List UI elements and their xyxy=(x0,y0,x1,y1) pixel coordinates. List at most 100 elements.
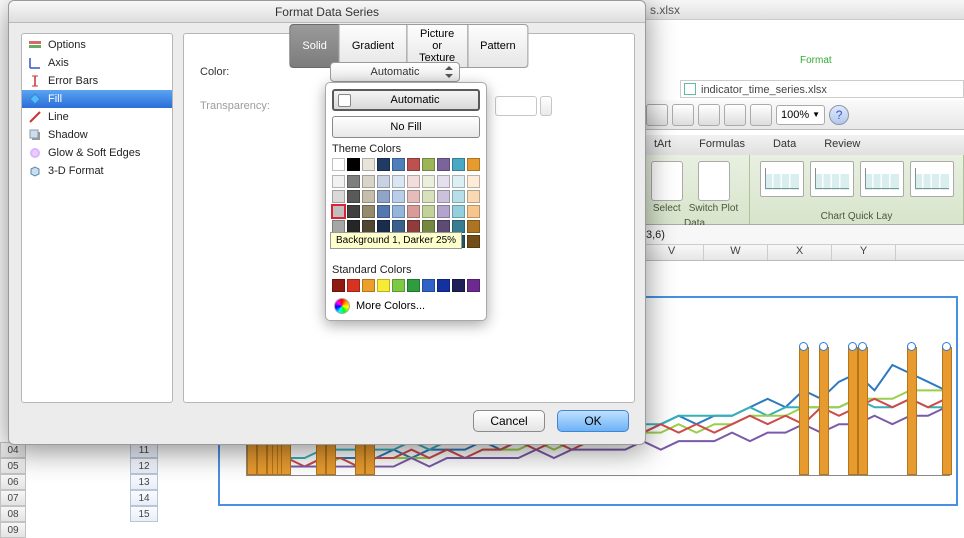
color-swatch[interactable] xyxy=(452,190,465,203)
color-swatch[interactable] xyxy=(467,158,480,171)
color-swatch[interactable] xyxy=(347,175,360,188)
chart-layout-thumb[interactable] xyxy=(810,161,854,197)
row-header[interactable]: 14 xyxy=(130,490,158,506)
color-swatch[interactable] xyxy=(332,158,345,171)
color-swatch[interactable] xyxy=(377,158,390,171)
more-colors-button[interactable]: More Colors... xyxy=(332,294,480,314)
color-swatch[interactable] xyxy=(392,190,405,203)
color-swatch[interactable] xyxy=(347,205,360,218)
color-swatch[interactable] xyxy=(362,158,375,171)
ribbon-tab[interactable]: Formulas xyxy=(685,135,759,155)
color-swatch[interactable] xyxy=(347,279,360,292)
selection-handle[interactable] xyxy=(942,342,951,351)
color-swatch[interactable] xyxy=(332,205,345,218)
sidebar-item-glow-soft-edges[interactable]: Glow & Soft Edges xyxy=(22,144,172,162)
sidebar-item-line[interactable]: Line xyxy=(22,108,172,126)
row-header[interactable]: 09 xyxy=(0,522,26,538)
col-header[interactable]: W xyxy=(704,245,768,260)
color-swatch[interactable] xyxy=(377,279,390,292)
color-swatch[interactable] xyxy=(437,205,450,218)
color-swatch[interactable] xyxy=(377,190,390,203)
color-swatch[interactable] xyxy=(407,158,420,171)
color-swatch[interactable] xyxy=(377,175,390,188)
toolbar-button[interactable] xyxy=(646,104,668,126)
formula-bar[interactable]: 3,6) xyxy=(640,225,964,245)
row-header[interactable]: 15 xyxy=(130,506,158,522)
ok-button[interactable]: OK xyxy=(557,410,629,432)
color-swatch[interactable] xyxy=(407,205,420,218)
chart-layout-thumb[interactable] xyxy=(760,161,804,197)
color-swatch[interactable] xyxy=(467,205,480,218)
chart-bar[interactable] xyxy=(799,347,809,475)
cancel-button[interactable]: Cancel xyxy=(473,410,545,432)
ribbon-tab[interactable]: Data xyxy=(759,135,810,155)
color-swatch[interactable] xyxy=(422,158,435,171)
switch-plot-button[interactable] xyxy=(698,161,730,201)
color-swatch[interactable] xyxy=(422,175,435,188)
no-fill-button[interactable]: No Fill xyxy=(332,116,480,138)
toolbar-button[interactable] xyxy=(724,104,746,126)
color-dropdown[interactable]: Automatic xyxy=(330,62,460,82)
color-swatch[interactable] xyxy=(377,205,390,218)
selection-handle[interactable] xyxy=(819,342,828,351)
chart-layout-thumb[interactable] xyxy=(860,161,904,197)
toolbar-button[interactable] xyxy=(672,104,694,126)
chart-bar[interactable] xyxy=(819,347,829,475)
chart-bar[interactable] xyxy=(942,347,952,475)
color-swatch[interactable] xyxy=(452,279,465,292)
sidebar-item-error-bars[interactable]: Error Bars xyxy=(22,72,172,90)
col-header[interactable]: X xyxy=(768,245,832,260)
color-swatch[interactable] xyxy=(407,175,420,188)
color-swatch[interactable] xyxy=(467,220,480,233)
col-header[interactable]: V xyxy=(640,245,704,260)
color-swatch[interactable] xyxy=(467,190,480,203)
chart-bar[interactable] xyxy=(907,347,917,475)
select-data-button[interactable] xyxy=(651,161,683,201)
col-header[interactable]: Y xyxy=(832,245,896,260)
color-swatch[interactable] xyxy=(332,279,345,292)
color-swatch[interactable] xyxy=(392,205,405,218)
color-swatch[interactable] xyxy=(422,279,435,292)
color-swatch[interactable] xyxy=(407,190,420,203)
row-header[interactable]: 07 xyxy=(0,490,26,506)
row-header[interactable]: 05 xyxy=(0,458,26,474)
color-swatch[interactable] xyxy=(467,279,480,292)
sidebar-item-options[interactable]: Options xyxy=(22,36,172,54)
color-swatch[interactable] xyxy=(437,190,450,203)
row-header[interactable]: 12 xyxy=(130,458,158,474)
color-swatch[interactable] xyxy=(437,158,450,171)
color-swatch[interactable] xyxy=(437,279,450,292)
chart-layout-thumb[interactable] xyxy=(910,161,954,197)
selection-handle[interactable] xyxy=(799,342,808,351)
toolbar-button[interactable] xyxy=(750,104,772,126)
color-swatch[interactable] xyxy=(392,175,405,188)
color-swatch[interactable] xyxy=(452,205,465,218)
color-swatch[interactable] xyxy=(452,175,465,188)
chart-bar[interactable] xyxy=(858,347,868,475)
color-swatch[interactable] xyxy=(332,190,345,203)
color-swatch[interactable] xyxy=(422,190,435,203)
color-swatch[interactable] xyxy=(347,190,360,203)
color-swatch[interactable] xyxy=(422,205,435,218)
sidebar-item--d-format[interactable]: 3-D Format xyxy=(22,162,172,180)
sidebar-item-fill[interactable]: Fill xyxy=(22,90,172,108)
automatic-color-button[interactable]: Automatic xyxy=(332,89,480,111)
color-swatch[interactable] xyxy=(467,235,480,248)
color-swatch[interactable] xyxy=(452,158,465,171)
transparency-input[interactable] xyxy=(495,96,537,116)
ribbon-tab[interactable]: Review xyxy=(810,135,874,155)
row-header[interactable]: 13 xyxy=(130,474,158,490)
help-button[interactable]: ? xyxy=(829,105,849,125)
color-swatch[interactable] xyxy=(467,175,480,188)
color-swatch[interactable] xyxy=(362,190,375,203)
color-swatch[interactable] xyxy=(347,158,360,171)
sidebar-item-shadow[interactable]: Shadow xyxy=(22,126,172,144)
color-swatch[interactable] xyxy=(392,279,405,292)
color-swatch[interactable] xyxy=(362,175,375,188)
color-swatch[interactable] xyxy=(362,279,375,292)
color-swatch[interactable] xyxy=(362,205,375,218)
color-swatch[interactable] xyxy=(392,158,405,171)
sidebar-item-axis[interactable]: Axis xyxy=(22,54,172,72)
row-header[interactable]: 06 xyxy=(0,474,26,490)
zoom-selector[interactable]: 100%▼ xyxy=(776,105,825,125)
